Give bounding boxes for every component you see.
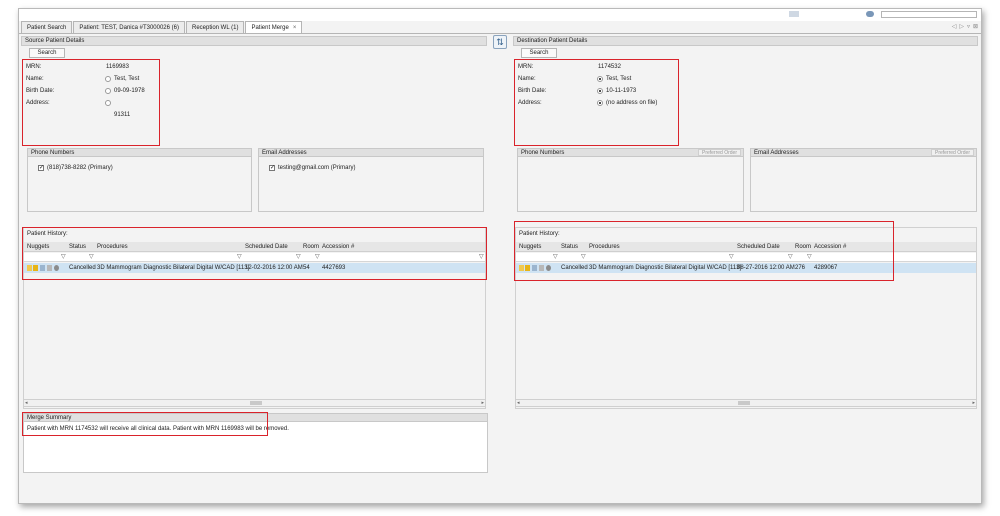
preferred-order-button[interactable]: Preferred Order: [930, 149, 974, 156]
scroll-left-icon[interactable]: ◂: [517, 400, 520, 406]
source-name-radio[interactable]: [105, 76, 111, 82]
swap-icon[interactable]: ⇅: [493, 35, 507, 49]
tab-controls: ◁ ▷ ▿ ⊠: [952, 23, 978, 30]
app-window: Patient Search Patient: TEST, Danica #T3…: [18, 8, 982, 504]
source-address-label: Address:: [26, 100, 50, 106]
destination-phone-group: Phone Numbers Preferred Order: [517, 148, 744, 212]
source-phone-checkbox[interactable]: ✓: [38, 165, 44, 171]
source-phone-header-label: Phone Numbers: [31, 150, 75, 156]
source-address-value: 91311: [114, 112, 131, 118]
destination-address-label: Address:: [518, 100, 542, 106]
tab-divider: [19, 33, 981, 34]
destination-birthdate-radio[interactable]: [597, 88, 603, 94]
scroll-right-icon[interactable]: ▸: [972, 400, 975, 406]
source-history-highlight: [22, 227, 487, 280]
destination-address-value: (no address on file): [606, 100, 658, 106]
destination-header-label: Destination Patient Details: [517, 38, 588, 44]
source-email-header-label: Email Addresses: [262, 150, 307, 156]
tab-reception-wl[interactable]: Reception WL (1): [185, 21, 245, 33]
tab-label: Reception WL (1): [191, 24, 239, 31]
destination-name-value: Test, Test: [606, 76, 632, 82]
destination-birthdate-label: Birth Date:: [518, 88, 547, 94]
source-mrn-value: 1169983: [106, 64, 129, 70]
source-email-value: testing@gmail.com (Primary): [278, 165, 356, 171]
tab-patient-merge[interactable]: Patient Merge ×: [245, 21, 303, 33]
close-icon[interactable]: ×: [293, 25, 297, 31]
source-phone-header: Phone Numbers: [28, 149, 251, 157]
preferred-order-button[interactable]: Preferred Order: [697, 149, 741, 156]
tab-label: Patient Merge: [251, 24, 289, 31]
source-history-scrollbar[interactable]: ◂ ▸: [23, 399, 486, 407]
source-address-radio[interactable]: [105, 100, 111, 106]
destination-email-group: Email Addresses Preferred Order: [750, 148, 977, 212]
source-birthdate-radio[interactable]: [105, 88, 111, 94]
tab-bar: Patient Search Patient: TEST, Danica #T3…: [21, 21, 303, 33]
scroll-left-icon[interactable]: ◂: [25, 400, 28, 406]
tab-label: Patient Search: [27, 24, 67, 31]
destination-email-header: Email Addresses Preferred Order: [751, 149, 976, 157]
destination-phone-header-label: Phone Numbers: [521, 150, 565, 156]
source-birthdate-label: Birth Date:: [26, 88, 55, 94]
dropdown-icon[interactable]: ▿: [967, 23, 970, 30]
destination-mrn-label: MRN:: [518, 64, 534, 70]
source-search-button[interactable]: Search: [29, 48, 65, 58]
source-header: Source Patient Details: [21, 36, 487, 46]
source-birthdate-value: 09-09-1978: [114, 88, 145, 94]
source-email-header: Email Addresses: [259, 149, 483, 157]
destination-search-button[interactable]: Search: [521, 48, 557, 58]
source-name-value: Test, Test: [114, 76, 140, 82]
toolbar-icon[interactable]: [789, 11, 799, 17]
destination-name-radio[interactable]: [597, 76, 603, 82]
destination-email-header-label: Email Addresses: [754, 150, 799, 156]
scroll-right-icon[interactable]: ▷: [959, 23, 964, 30]
scroll-left-icon[interactable]: ◁: [952, 23, 957, 30]
global-search-input[interactable]: [881, 11, 977, 18]
source-header-label: Source Patient Details: [25, 38, 85, 44]
tab-label: Patient: TEST, Danica #T3000026 (6): [79, 24, 179, 31]
destination-history-highlight: [514, 221, 894, 281]
destination-header: Destination Patient Details: [513, 36, 978, 46]
tab-patient-test-danica[interactable]: Patient: TEST, Danica #T3000026 (6): [73, 21, 185, 33]
source-name-label: Name:: [26, 76, 44, 82]
destination-birthdate-value: 10-11-1973: [606, 88, 637, 94]
destination-mrn-value: 1174532: [598, 64, 621, 70]
user-icon[interactable]: [866, 11, 874, 17]
destination-phone-header: Phone Numbers Preferred Order: [518, 149, 743, 157]
source-mrn-label: MRN:: [26, 64, 42, 70]
source-phone-group: Phone Numbers ✓ (818)738-8282 (Primary): [27, 148, 252, 212]
scroll-thumb[interactable]: [738, 401, 750, 405]
source-phone-value: (818)738-8282 (Primary): [47, 165, 113, 171]
source-email-group: Email Addresses ✓ testing@gmail.com (Pri…: [258, 148, 484, 212]
top-strip: [19, 9, 981, 21]
tab-patient-search[interactable]: Patient Search: [21, 21, 73, 33]
destination-name-label: Name:: [518, 76, 536, 82]
source-email-checkbox[interactable]: ✓: [269, 165, 275, 171]
destination-address-radio[interactable]: [597, 100, 603, 106]
destination-history-scrollbar[interactable]: ◂ ▸: [515, 399, 977, 407]
scroll-right-icon[interactable]: ▸: [481, 400, 484, 406]
merge-summary-highlight: [22, 412, 268, 436]
scroll-thumb[interactable]: [250, 401, 262, 405]
close-all-icon[interactable]: ⊠: [973, 23, 978, 30]
